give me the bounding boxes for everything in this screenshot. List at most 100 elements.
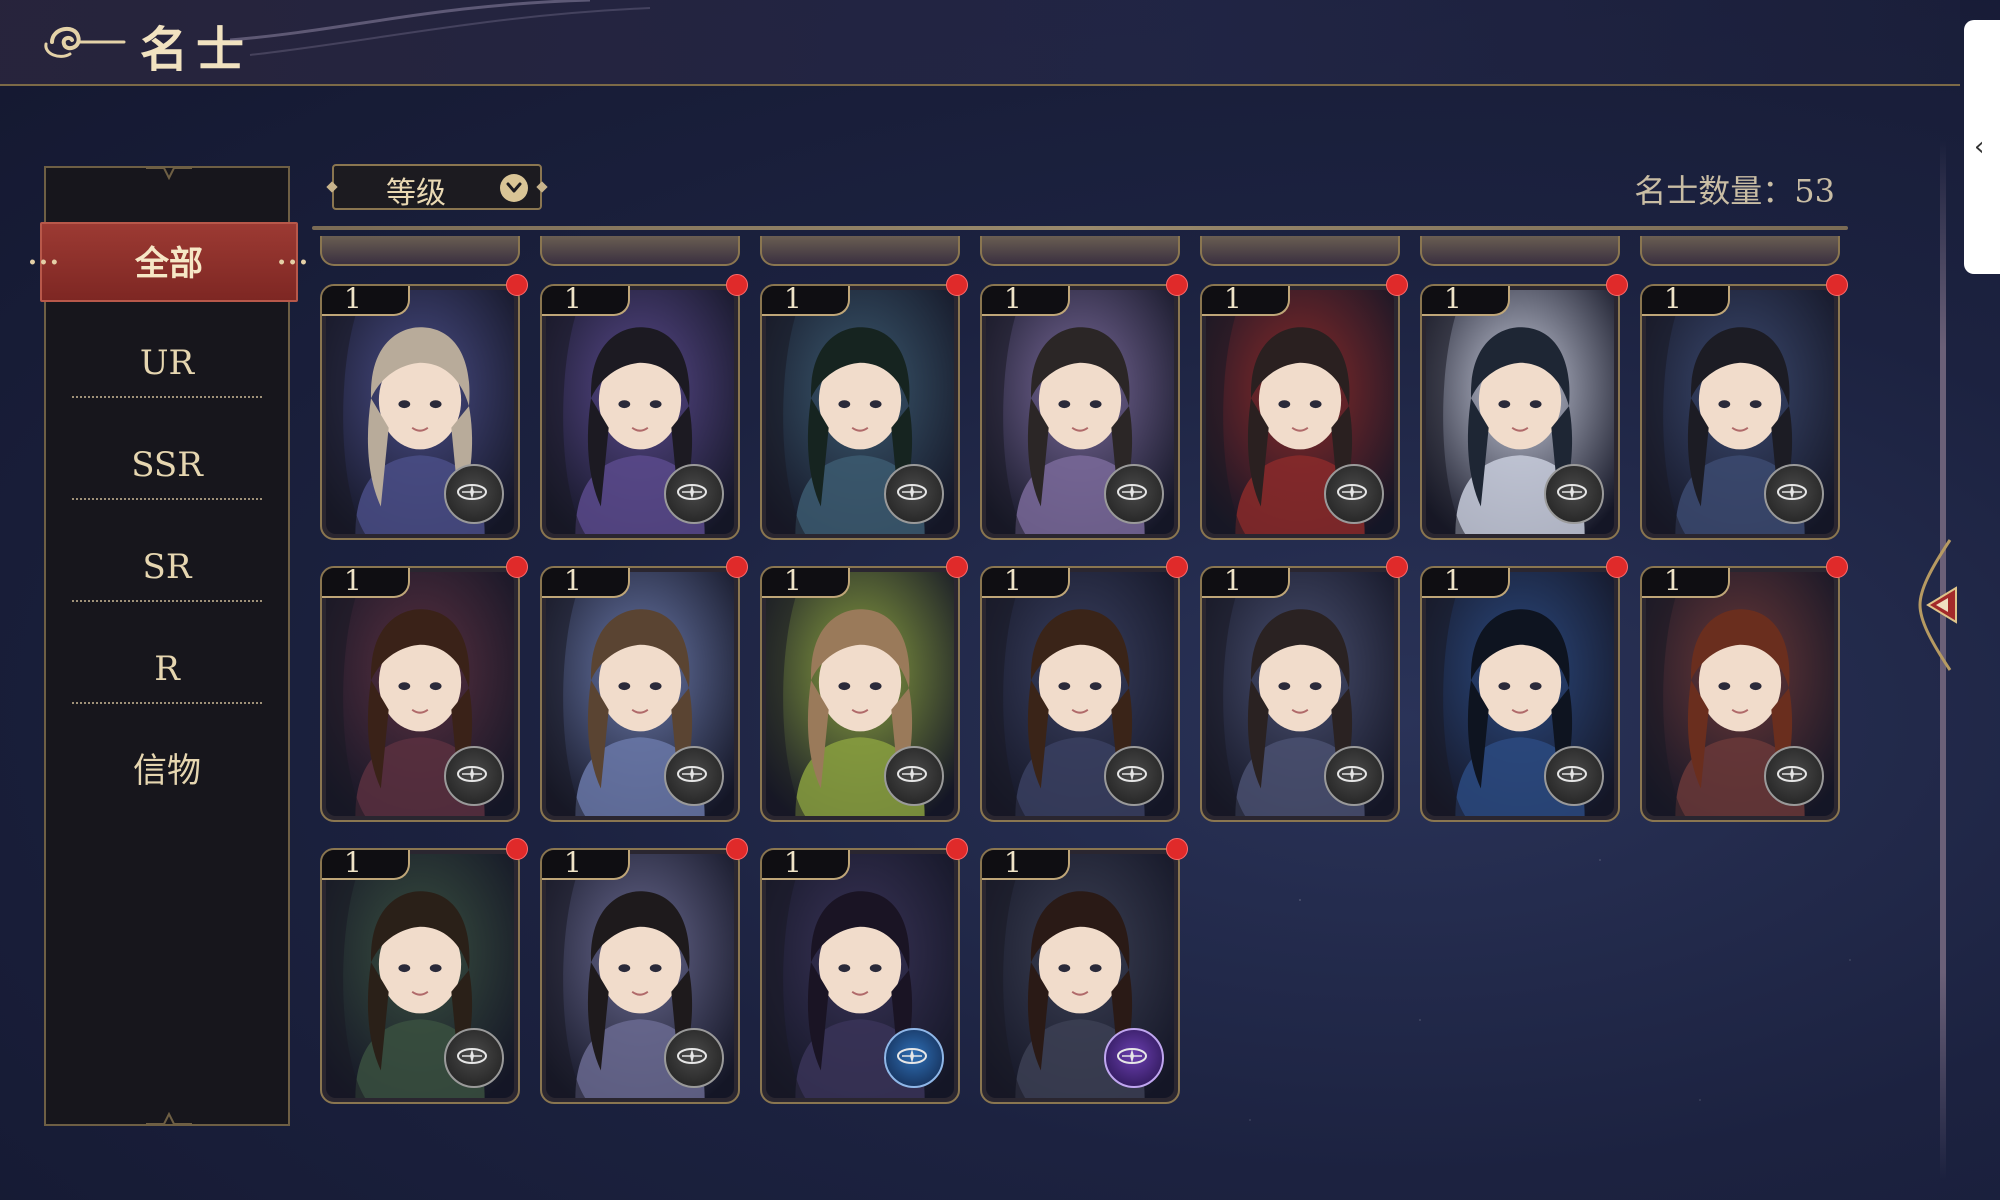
grid-divider bbox=[312, 226, 1848, 230]
hero-card[interactable]: 1 bbox=[540, 848, 740, 1104]
faction-emblem-icon bbox=[1104, 1028, 1164, 1088]
notification-dot bbox=[1166, 274, 1188, 296]
level-number: 1 bbox=[1444, 566, 1462, 597]
hero-card-partial[interactable] bbox=[1640, 236, 1840, 266]
notification-dot bbox=[946, 838, 968, 860]
level-badge: 1 bbox=[762, 848, 850, 880]
filter-all[interactable]: ••• 全部 ••• bbox=[28, 222, 308, 302]
notification-dot bbox=[726, 274, 748, 296]
notification-dot bbox=[726, 556, 748, 578]
level-badge: 1 bbox=[1422, 566, 1510, 598]
notification-dot bbox=[1386, 556, 1408, 578]
hero-card[interactable]: 1 bbox=[320, 566, 520, 822]
chevron-left-icon: ‹ bbox=[1974, 132, 1985, 162]
level-number: 1 bbox=[1664, 284, 1682, 315]
faction-emblem-icon bbox=[884, 1028, 944, 1088]
level-badge: 1 bbox=[542, 286, 630, 316]
faction-emblem-icon bbox=[444, 464, 504, 524]
hero-card[interactable]: 1 bbox=[980, 284, 1180, 540]
notification-dot bbox=[1166, 556, 1188, 578]
hero-card[interactable]: 1 bbox=[320, 848, 520, 1104]
hero-card-partial[interactable] bbox=[1420, 236, 1620, 266]
level-badge: 1 bbox=[762, 566, 850, 598]
notification-dot bbox=[726, 838, 748, 860]
notification-dot bbox=[1826, 556, 1848, 578]
level-badge: 1 bbox=[542, 568, 630, 598]
sort-dropdown[interactable]: 等级 bbox=[326, 164, 548, 211]
hero-card[interactable]: 1 bbox=[1420, 566, 1620, 822]
level-number: 1 bbox=[1444, 284, 1462, 315]
faction-emblem-icon bbox=[884, 746, 944, 806]
level-badge: 1 bbox=[982, 848, 1070, 880]
collapse-arrow-ornament[interactable] bbox=[1910, 530, 1966, 680]
hero-card[interactable]: 1 bbox=[1420, 284, 1620, 540]
level-number: 1 bbox=[1664, 566, 1682, 597]
notification-dot bbox=[1386, 274, 1408, 296]
hero-card[interactable]: 1 bbox=[1640, 566, 1840, 822]
faction-emblem-icon bbox=[1324, 746, 1384, 806]
sort-label: 等级 bbox=[386, 176, 446, 211]
faction-emblem-icon bbox=[1544, 464, 1604, 524]
filter-all-label: 全部 bbox=[135, 244, 203, 284]
hero-card-partial[interactable] bbox=[320, 236, 520, 266]
filter-token[interactable]: 信物 bbox=[72, 736, 262, 806]
panel-notch-ornament bbox=[146, 1112, 192, 1125]
back-button[interactable] bbox=[40, 14, 130, 70]
level-badge: 1 bbox=[542, 850, 630, 880]
header-bar: 名士 bbox=[0, 0, 1960, 86]
hero-card-grid: 1 1 1 1 1 1 1 1 1 1 1 1 1 1 1 1 1 1 bbox=[316, 236, 1856, 1116]
level-badge: 1 bbox=[1642, 284, 1730, 316]
hero-card[interactable]: 1 bbox=[980, 848, 1180, 1104]
hero-card[interactable]: 1 bbox=[760, 848, 960, 1104]
level-number: 1 bbox=[344, 284, 362, 315]
faction-emblem-icon bbox=[1764, 464, 1824, 524]
dot-ornament: ••• bbox=[277, 255, 310, 271]
hero-card[interactable]: 1 bbox=[320, 284, 520, 540]
diamond-ornament bbox=[326, 181, 338, 193]
faction-emblem-icon bbox=[664, 464, 724, 524]
filter-r-label: R bbox=[154, 649, 180, 689]
faction-emblem-icon bbox=[664, 746, 724, 806]
hero-card[interactable]: 1 bbox=[1200, 284, 1400, 540]
level-number: 1 bbox=[784, 566, 802, 597]
filter-ur[interactable]: UR bbox=[72, 328, 262, 398]
level-badge: 1 bbox=[1202, 284, 1290, 316]
level-badge: 1 bbox=[762, 284, 850, 316]
filter-ssr[interactable]: SSR bbox=[72, 430, 262, 500]
hero-card-partial[interactable] bbox=[1200, 236, 1400, 266]
faction-emblem-icon bbox=[1104, 746, 1164, 806]
level-number: 1 bbox=[1004, 848, 1022, 879]
filter-ur-label: UR bbox=[139, 343, 195, 383]
level-number: 1 bbox=[1004, 284, 1022, 315]
filter-ssr-label: SSR bbox=[131, 445, 203, 485]
level-number: 1 bbox=[1224, 284, 1242, 315]
header-swirl-ornament bbox=[230, 0, 651, 56]
filter-sr[interactable]: SR bbox=[72, 532, 262, 602]
hero-card-partial[interactable] bbox=[980, 236, 1180, 266]
hero-count-label: 名士数量：53 bbox=[1634, 172, 1835, 210]
faction-emblem-icon bbox=[884, 464, 944, 524]
level-number: 1 bbox=[784, 848, 802, 879]
faction-emblem-icon bbox=[444, 746, 504, 806]
hero-card[interactable]: 1 bbox=[760, 284, 960, 540]
notification-dot bbox=[506, 556, 528, 578]
side-panel-toggle[interactable]: ‹ bbox=[1964, 20, 2000, 274]
notification-dot bbox=[506, 274, 528, 296]
hero-card[interactable]: 1 bbox=[1200, 566, 1400, 822]
level-badge: 1 bbox=[1642, 566, 1730, 598]
level-badge: 1 bbox=[322, 850, 410, 880]
hero-card[interactable]: 1 bbox=[980, 566, 1180, 822]
level-number: 1 bbox=[784, 284, 802, 315]
faction-emblem-icon bbox=[1104, 464, 1164, 524]
hero-card-partial[interactable] bbox=[540, 236, 740, 266]
faction-emblem-icon bbox=[664, 1028, 724, 1088]
notification-dot bbox=[506, 838, 528, 860]
hero-card-partial[interactable] bbox=[760, 236, 960, 266]
hero-card[interactable]: 1 bbox=[760, 566, 960, 822]
level-number: 1 bbox=[344, 566, 362, 597]
hero-card[interactable]: 1 bbox=[1640, 284, 1840, 540]
level-number: 1 bbox=[1224, 566, 1242, 597]
hero-card[interactable]: 1 bbox=[540, 284, 740, 540]
filter-r[interactable]: R bbox=[72, 634, 262, 704]
hero-card[interactable]: 1 bbox=[540, 566, 740, 822]
